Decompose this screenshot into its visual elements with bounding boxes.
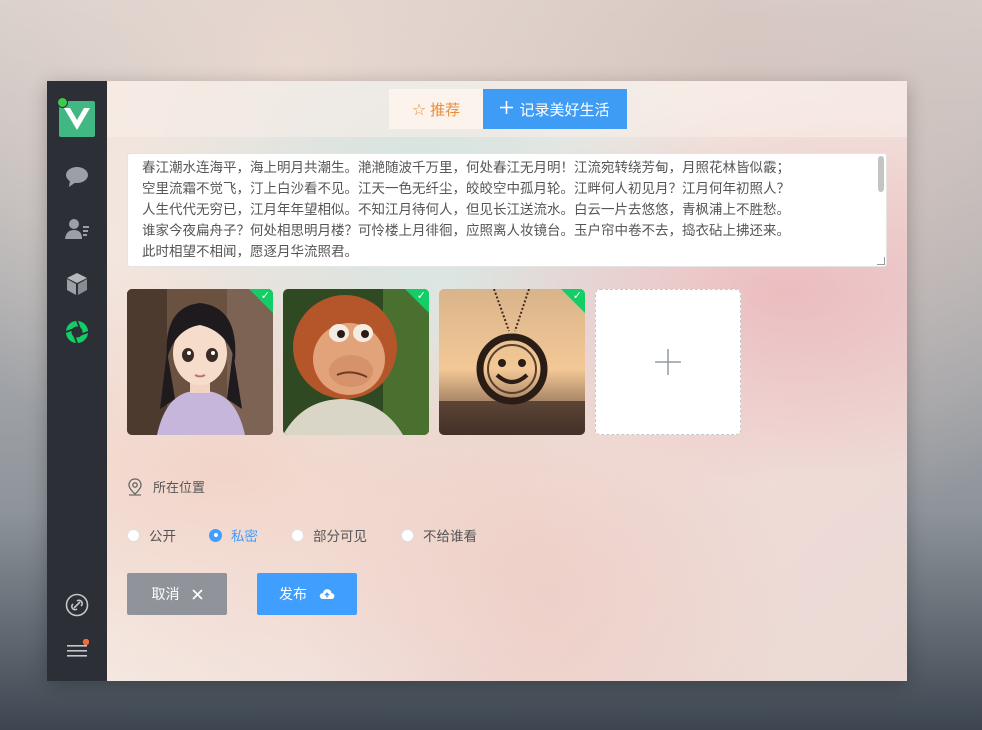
radio-partial-circle (291, 528, 304, 542)
plus-icon (655, 349, 681, 375)
aperture-icon[interactable] (65, 320, 89, 344)
star-icon: ☆ (411, 99, 427, 119)
cancel-button[interactable]: 取消 (127, 573, 227, 615)
tab-record-label: 记录美好生活 (519, 100, 610, 119)
photo-thumbnail-3[interactable]: ✓ (439, 289, 585, 435)
cube-icon[interactable] (65, 272, 89, 296)
publish-label: 发布 (279, 587, 307, 603)
radio-private-circle (209, 528, 222, 542)
check-icon: ✓ (572, 289, 582, 302)
link-icon[interactable] (65, 593, 89, 617)
close-icon (191, 588, 203, 600)
radio-hide-from-circle (401, 528, 414, 542)
tab-record-life[interactable]: 记录美好生活 (483, 89, 627, 129)
radio-hide-from-label: 不给谁看 (423, 529, 477, 545)
chat-icon[interactable] (65, 165, 89, 189)
radio-partial[interactable]: 部分可见 (291, 525, 401, 545)
cloud-upload-icon (319, 589, 335, 599)
radio-partial-label: 部分可见 (313, 529, 367, 545)
location-pin-icon (128, 477, 142, 496)
radio-public-circle (127, 528, 140, 542)
textarea-resize-handle[interactable] (877, 257, 885, 265)
visibility-radio-group: 公开 私密 部分可见 不给谁看 (127, 525, 477, 545)
post-text: 春江潮水连海平，海上明月共潮生。滟滟随波千万里，何处春江无月明！江流宛转绕芳甸，… (142, 160, 790, 260)
post-textarea[interactable]: 春江潮水连海平，海上明月共潮生。滟滟随波千万里，何处春江无月明！江流宛转绕芳甸，… (127, 153, 887, 267)
check-icon: ✓ (260, 289, 270, 302)
plus-icon (500, 100, 514, 118)
online-status-dot (57, 97, 68, 108)
top-tab-bar: ☆ 推荐 记录美好生活 (107, 81, 907, 137)
radio-private[interactable]: 私密 (209, 525, 291, 545)
sidebar (47, 81, 107, 681)
main-panel: ☆ 推荐 记录美好生活 春江潮水连海平，海上明月共潮生。滟滟随波千万里，何处春江… (107, 81, 907, 681)
textarea-scrollbar[interactable] (878, 156, 884, 192)
radio-hide-from[interactable]: 不给谁看 (401, 525, 477, 545)
add-photo-button[interactable] (595, 289, 741, 435)
location-selector[interactable]: 所在位置 (127, 477, 205, 496)
menu-icon[interactable] (65, 639, 89, 663)
photo-thumbnail-2[interactable]: ✓ (283, 289, 429, 435)
radio-private-label: 私密 (231, 529, 258, 545)
publish-button[interactable]: 发布 (257, 573, 357, 615)
tab-recommend-label: 推荐 (430, 100, 461, 119)
check-icon: ✓ (416, 289, 426, 302)
radio-public-label: 公开 (149, 529, 176, 545)
radio-public[interactable]: 公开 (127, 525, 209, 545)
photo-thumbnail-1[interactable]: ✓ (127, 289, 273, 435)
cancel-label: 取消 (151, 587, 180, 603)
app-window: ☆ 推荐 记录美好生活 春江潮水连海平，海上明月共潮生。滟滟随波千万里，何处春江… (47, 81, 907, 681)
contacts-icon[interactable] (65, 217, 89, 241)
location-label: 所在位置 (153, 481, 206, 496)
tab-recommend[interactable]: ☆ 推荐 (389, 89, 483, 129)
